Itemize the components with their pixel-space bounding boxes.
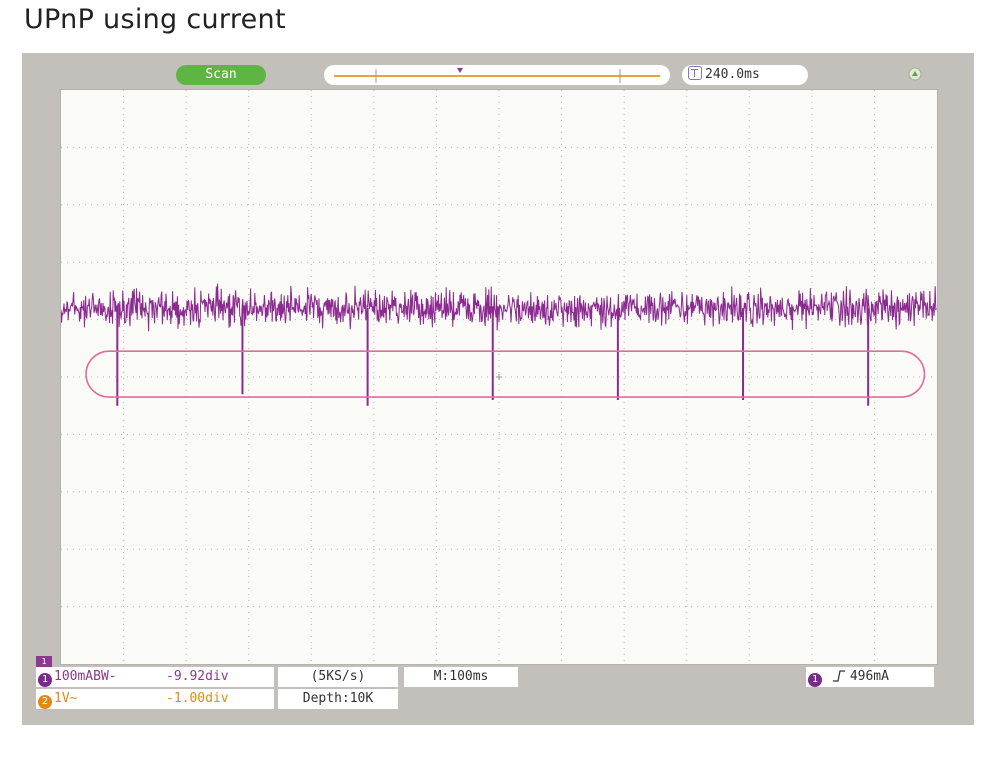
trigger-source-icon: 1 (808, 673, 822, 687)
ch1-position-marker[interactable]: 1 (36, 656, 52, 667)
memory-depth: Depth:10K (278, 689, 398, 709)
highlight-rounded-box (85, 350, 926, 398)
acquisition-mode-badge[interactable]: Scan (176, 65, 266, 85)
ch1-setting: 100mABW- (54, 669, 117, 684)
trigger-position-icon[interactable] (457, 68, 463, 73)
waveform-plot (61, 90, 937, 664)
ch1-settings[interactable]: 1 100mABW- -9.92div (36, 667, 274, 687)
timebase-readout[interactable]: 240.0ms (682, 65, 808, 85)
grid (61, 90, 937, 664)
trigger-level: 496mA (849, 669, 889, 684)
sample-rate: (5KS/s) (278, 667, 398, 687)
oscilloscope-display: Scan 240.0ms 1 1 100mABW- -9.92div 2 1V~ -… (22, 53, 974, 725)
memory-time: M:100ms (404, 667, 518, 687)
page-title: UPnP using current (24, 4, 286, 35)
ch1-badge-icon: 1 (38, 673, 52, 687)
ch2-badge-icon: 2 (38, 695, 52, 709)
ch1-offset: -9.92div (166, 669, 229, 684)
trigger-settings[interactable]: 1 496mA (806, 667, 934, 687)
timeline-graphic (334, 68, 660, 83)
timebase-icon (688, 66, 702, 80)
ch2-setting: 1V~ (54, 691, 78, 706)
waveform-screen[interactable] (60, 89, 938, 665)
trigger-rising-edge-icon (832, 670, 845, 682)
usb-icon (908, 67, 922, 81)
ch2-settings[interactable]: 2 1V~ -1.00div (36, 689, 274, 709)
timebase-value: 240.0ms (705, 67, 760, 82)
ch2-offset: -1.00div (166, 691, 229, 706)
memory-timeline-bar[interactable] (324, 65, 670, 85)
